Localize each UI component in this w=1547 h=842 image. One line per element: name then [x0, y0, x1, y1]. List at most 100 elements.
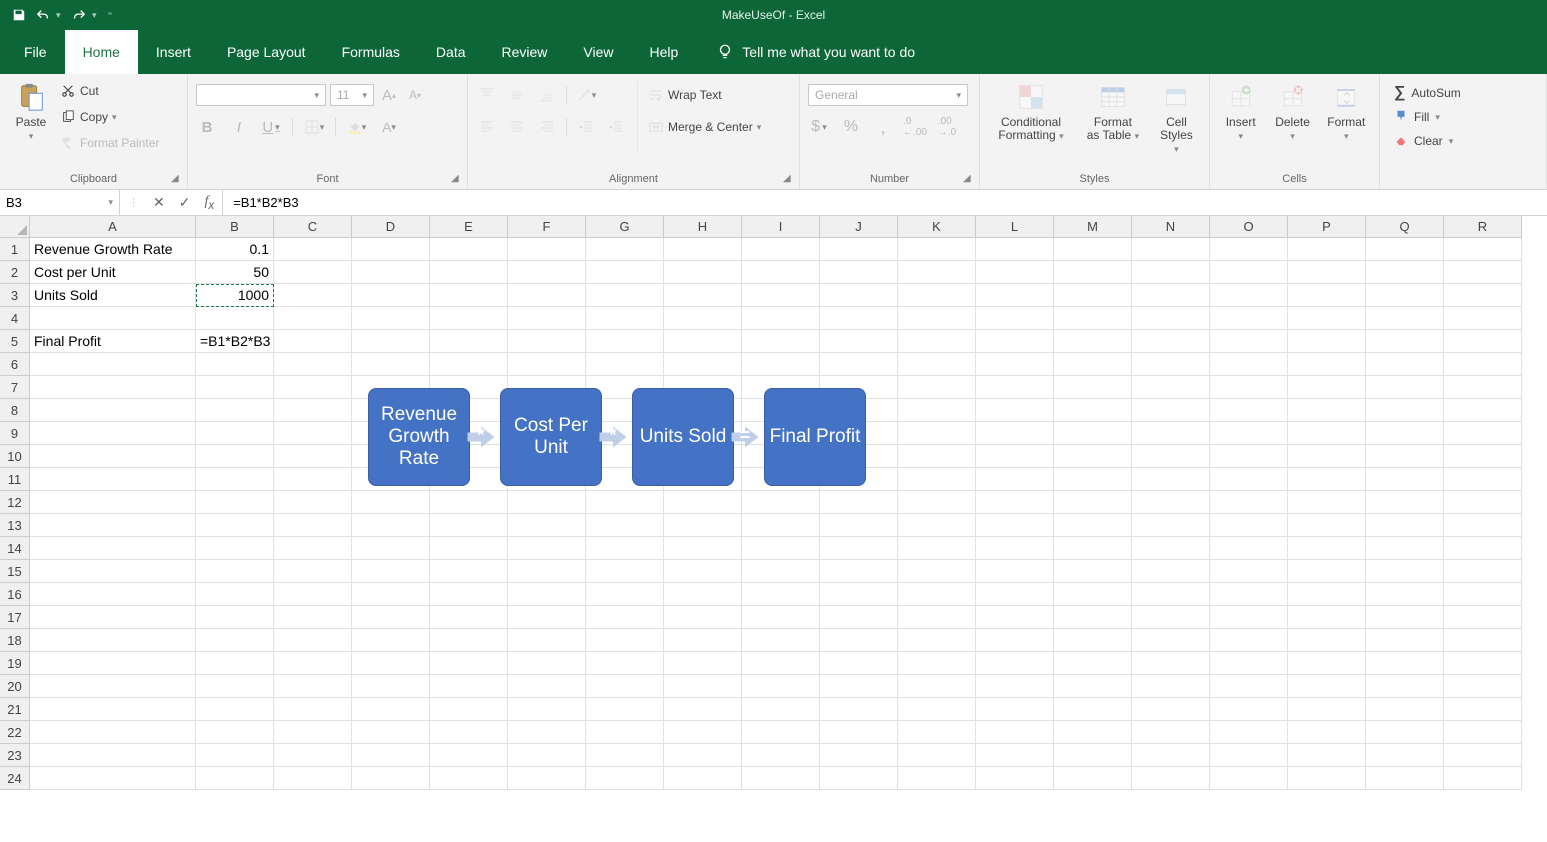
cell-R20[interactable]: [1444, 675, 1522, 698]
cell-B4[interactable]: [196, 307, 274, 330]
cell-P21[interactable]: [1288, 698, 1366, 721]
cell-E15[interactable]: [430, 560, 508, 583]
cell-I2[interactable]: [742, 261, 820, 284]
cell-A7[interactable]: [30, 376, 196, 399]
cell-Q6[interactable]: [1366, 353, 1444, 376]
cell-R19[interactable]: [1444, 652, 1522, 675]
cell-M3[interactable]: [1054, 284, 1132, 307]
cell-Q18[interactable]: [1366, 629, 1444, 652]
wrap-text-button[interactable]: Wrap Text: [648, 84, 761, 106]
cut-button[interactable]: Cut: [60, 80, 159, 102]
cell-R11[interactable]: [1444, 468, 1522, 491]
row-header-15[interactable]: 15: [0, 560, 30, 583]
cell-E22[interactable]: [430, 721, 508, 744]
cell-Q15[interactable]: [1366, 560, 1444, 583]
cell-G4[interactable]: [586, 307, 664, 330]
cell-H21[interactable]: [664, 698, 742, 721]
cell-P3[interactable]: [1288, 284, 1366, 307]
col-header-G[interactable]: G: [586, 216, 664, 238]
col-header-M[interactable]: M: [1054, 216, 1132, 238]
cell-R3[interactable]: [1444, 284, 1522, 307]
cell-J2[interactable]: [820, 261, 898, 284]
cell-F18[interactable]: [508, 629, 586, 652]
col-header-H[interactable]: H: [664, 216, 742, 238]
cell-N5[interactable]: [1132, 330, 1210, 353]
cell-F14[interactable]: [508, 537, 586, 560]
row-header-14[interactable]: 14: [0, 537, 30, 560]
cell-H16[interactable]: [664, 583, 742, 606]
cell-C12[interactable]: [274, 491, 352, 514]
row-header-23[interactable]: 23: [0, 744, 30, 767]
cell-P9[interactable]: [1288, 422, 1366, 445]
diagram-box-2[interactable]: Cost Per Unit: [500, 388, 602, 486]
cell-N10[interactable]: [1132, 445, 1210, 468]
cell-K23[interactable]: [898, 744, 976, 767]
cell-L11[interactable]: [976, 468, 1054, 491]
cell-O2[interactable]: [1210, 261, 1288, 284]
cell-R17[interactable]: [1444, 606, 1522, 629]
tab-review[interactable]: Review: [484, 30, 566, 74]
tab-view[interactable]: View: [565, 30, 631, 74]
cell-J22[interactable]: [820, 721, 898, 744]
cell-C19[interactable]: [274, 652, 352, 675]
cell-H12[interactable]: [664, 491, 742, 514]
col-header-O[interactable]: O: [1210, 216, 1288, 238]
number-launcher[interactable]: ◢: [963, 173, 977, 187]
cell-A17[interactable]: [30, 606, 196, 629]
cell-P12[interactable]: [1288, 491, 1366, 514]
cell-O6[interactable]: [1210, 353, 1288, 376]
row-header-13[interactable]: 13: [0, 514, 30, 537]
cell-C4[interactable]: [274, 307, 352, 330]
cell-L16[interactable]: [976, 583, 1054, 606]
cell-C22[interactable]: [274, 721, 352, 744]
cell-B9[interactable]: [196, 422, 274, 445]
row-header-9[interactable]: 9: [0, 422, 30, 445]
cell-B2[interactable]: 50: [196, 261, 274, 284]
cell-J24[interactable]: [820, 767, 898, 790]
cell-D22[interactable]: [352, 721, 430, 744]
cell-F2[interactable]: [508, 261, 586, 284]
cell-C7[interactable]: [274, 376, 352, 399]
percent-icon[interactable]: %: [840, 116, 862, 138]
cell-E16[interactable]: [430, 583, 508, 606]
cell-K10[interactable]: [898, 445, 976, 468]
cell-M6[interactable]: [1054, 353, 1132, 376]
cell-D17[interactable]: [352, 606, 430, 629]
cell-R2[interactable]: [1444, 261, 1522, 284]
cell-M22[interactable]: [1054, 721, 1132, 744]
cell-C14[interactable]: [274, 537, 352, 560]
delete-cells-button[interactable]: Delete▾: [1269, 78, 1315, 144]
cell-O20[interactable]: [1210, 675, 1288, 698]
cell-Q10[interactable]: [1366, 445, 1444, 468]
cell-C11[interactable]: [274, 468, 352, 491]
cell-A11[interactable]: [30, 468, 196, 491]
cell-R9[interactable]: [1444, 422, 1522, 445]
decrease-indent-icon[interactable]: [575, 116, 597, 138]
cell-A23[interactable]: [30, 744, 196, 767]
cell-K5[interactable]: [898, 330, 976, 353]
cell-N9[interactable]: [1132, 422, 1210, 445]
cell-R15[interactable]: [1444, 560, 1522, 583]
cell-Q11[interactable]: [1366, 468, 1444, 491]
tell-me[interactable]: Tell me what you want to do: [696, 30, 915, 74]
row-header-24[interactable]: 24: [0, 767, 30, 790]
cell-H2[interactable]: [664, 261, 742, 284]
cell-R7[interactable]: [1444, 376, 1522, 399]
align-right-icon[interactable]: [536, 116, 558, 138]
cell-Q16[interactable]: [1366, 583, 1444, 606]
tab-help[interactable]: Help: [632, 30, 697, 74]
cell-P17[interactable]: [1288, 606, 1366, 629]
cell-Q5[interactable]: [1366, 330, 1444, 353]
cell-B8[interactable]: [196, 399, 274, 422]
cell-F6[interactable]: [508, 353, 586, 376]
cell-M23[interactable]: [1054, 744, 1132, 767]
cell-C17[interactable]: [274, 606, 352, 629]
row-header-3[interactable]: 3: [0, 284, 30, 307]
cell-D2[interactable]: [352, 261, 430, 284]
col-header-I[interactable]: I: [742, 216, 820, 238]
increase-decimal-icon[interactable]: .0←.00: [904, 116, 926, 138]
cell-P6[interactable]: [1288, 353, 1366, 376]
cell-P1[interactable]: [1288, 238, 1366, 261]
cell-F12[interactable]: [508, 491, 586, 514]
cell-J15[interactable]: [820, 560, 898, 583]
